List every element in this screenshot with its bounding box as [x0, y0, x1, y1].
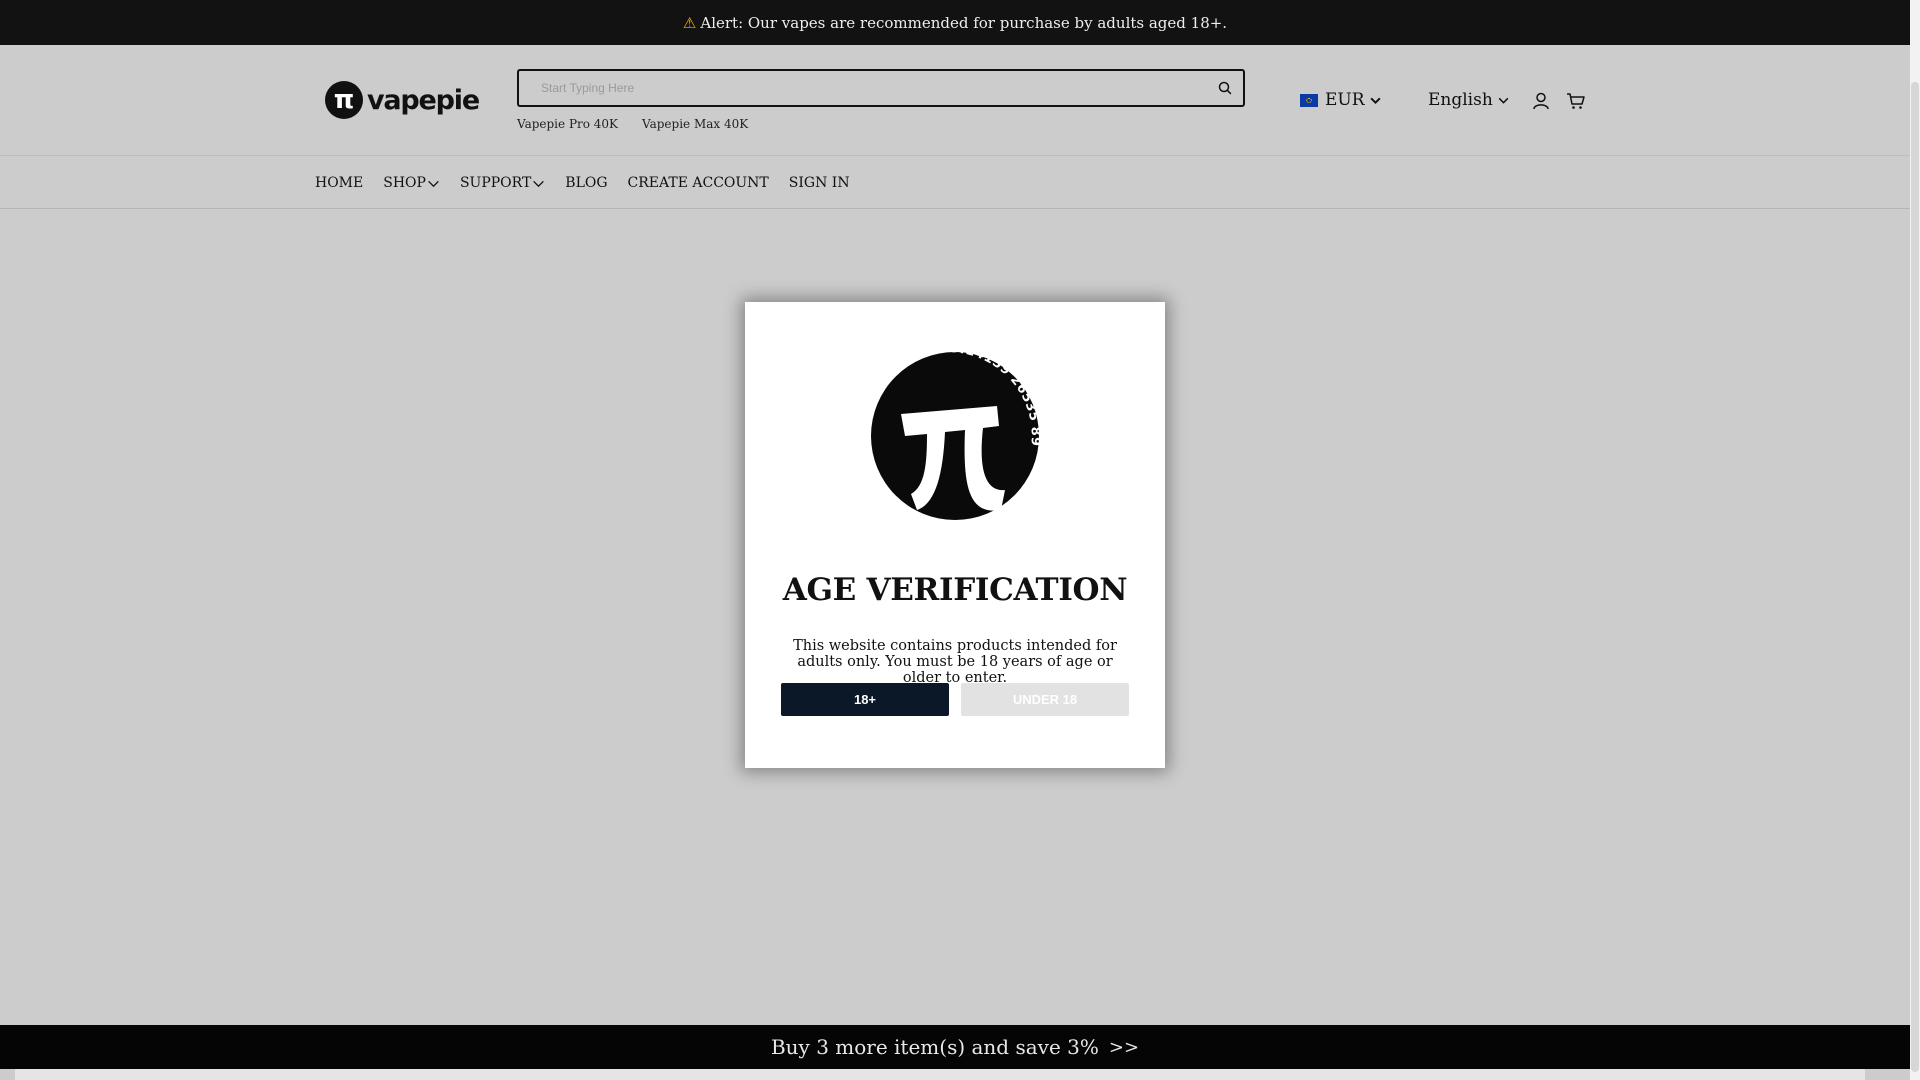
language-label: English [1428, 90, 1493, 110]
nav-create-account[interactable]: CREATE ACCOUNT [628, 175, 769, 191]
pi-logo-icon: 3.14159 26535 89793 [855, 336, 1042, 520]
chevron-down-icon [533, 180, 545, 187]
scrollbar-thumb[interactable] [1911, 82, 1919, 1072]
site-header: π vapepie Vapepie Pro 40K Vapepie Max 40… [0, 45, 1910, 155]
user-icon[interactable] [1531, 91, 1551, 111]
search-box [517, 69, 1245, 107]
site-logo[interactable]: π vapepie [325, 81, 480, 119]
currency-label: EUR [1325, 90, 1365, 110]
horizontal-scrollbar[interactable] [15, 1069, 1865, 1080]
warning-icon: ⚠ [682, 13, 697, 32]
nav-support-label: SUPPORT [459, 175, 532, 191]
page: ⚠ Alert: Our vapes are recommended for p… [0, 0, 1910, 1080]
pi-logo-icon: π [325, 81, 363, 119]
search-input[interactable] [519, 71, 1243, 105]
promo-bar[interactable]: Buy 3 more item(s) and save 3% >> [0, 1025, 1910, 1069]
chevron-down-icon [428, 180, 439, 187]
search-suggestions: Vapepie Pro 40K Vapepie Max 40K [517, 117, 748, 131]
suggestion-max-40k[interactable]: Vapepie Max 40K [642, 117, 748, 131]
modal-title: AGE VERIFICATION [782, 572, 1128, 608]
vertical-scrollbar[interactable] [1910, 0, 1920, 1080]
main-nav-bar: HOME SHOP SUPPORT BLOG CREATE ACCOUNT SI… [0, 155, 1910, 209]
age-alert-bar: ⚠ Alert: Our vapes are recommended for p… [0, 0, 1910, 45]
nav-support[interactable]: SUPPORT [460, 175, 545, 191]
adult-confirm-button[interactable]: 18+ [781, 683, 949, 716]
nav-home-label: HOME [315, 175, 364, 191]
modal-description: This website contains products intended … [793, 638, 1117, 686]
cart-icon[interactable] [1566, 91, 1586, 111]
age-verification-modal: 3.14159 26535 89793 AGE VERIFICATION Thi… [745, 302, 1165, 768]
alert-text: Alert: Our vapes are recommended for pur… [700, 13, 1228, 32]
nav-shop-label: SHOP [383, 175, 426, 191]
nav-blog-label: BLOG [565, 175, 608, 191]
promo-text: Buy 3 more item(s) and save 3% [770, 1035, 1099, 1059]
nav-sign-in[interactable]: SIGN IN [789, 175, 850, 191]
search-icon[interactable] [1217, 80, 1233, 96]
nav-sign-in-label: SIGN IN [788, 175, 850, 191]
logo-text: vapepie [367, 84, 480, 116]
chevron-down-icon [1498, 97, 1509, 104]
nav-blog[interactable]: BLOG [565, 175, 607, 191]
nav-create-account-label: CREATE ACCOUNT [627, 175, 769, 191]
currency-selector[interactable]: EUR [1300, 90, 1382, 110]
under-18-button[interactable]: UNDER 18 [961, 683, 1129, 716]
main-nav: HOME SHOP SUPPORT BLOG CREATE ACCOUNT SI… [315, 175, 870, 191]
nav-home[interactable]: HOME [315, 175, 363, 191]
suggestion-pro-40k[interactable]: Vapepie Pro 40K [517, 117, 618, 131]
chevron-down-icon [1370, 97, 1381, 104]
eu-flag-icon [1300, 93, 1318, 107]
nav-shop[interactable]: SHOP [383, 175, 440, 191]
language-selector[interactable]: English [1428, 90, 1510, 110]
promo-arrow: >> [1108, 1036, 1140, 1058]
